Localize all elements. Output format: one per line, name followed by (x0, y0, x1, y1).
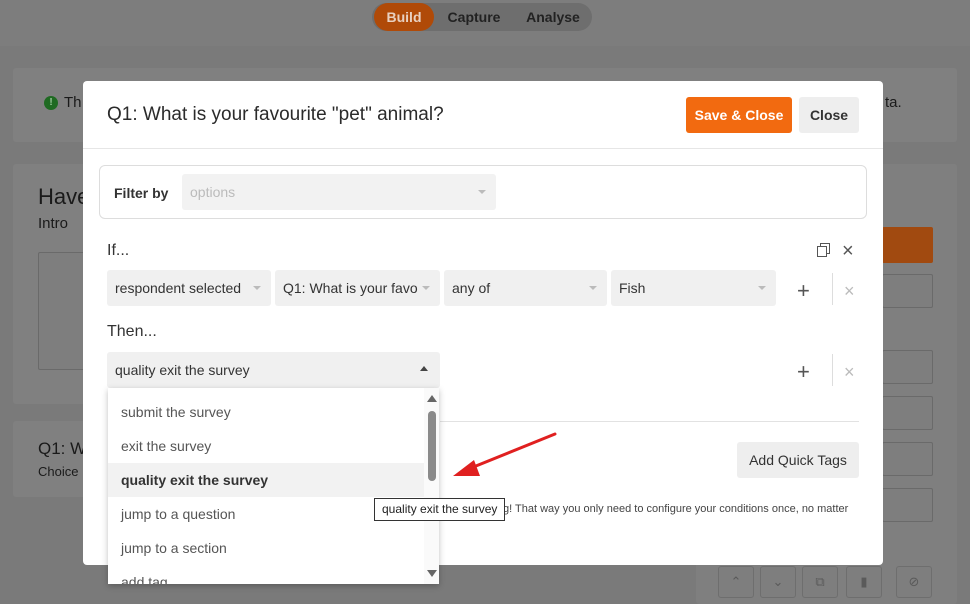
banner-text-right: ta. (885, 94, 902, 111)
chevron-down-icon (253, 286, 261, 290)
if-label: If... (107, 242, 130, 259)
chevron-down-icon (589, 286, 597, 290)
survey-subtitle: Intro (38, 215, 69, 232)
mode-switcher: Build Capture Analyse (372, 3, 592, 31)
arrow-head (453, 460, 480, 476)
divider (832, 354, 833, 386)
tab-capture[interactable]: Capture (438, 3, 510, 31)
disable-icon[interactable]: ⊘ (896, 566, 932, 598)
divider (832, 273, 833, 305)
remove-action-icon[interactable]: × (844, 363, 855, 381)
dropdown-scrollbar[interactable] (424, 388, 439, 584)
survey-intro-box (38, 252, 88, 370)
chevron-up-icon (420, 366, 428, 371)
app-top-bar: Build Capture Analyse (0, 0, 970, 46)
copy-icon[interactable] (817, 243, 831, 257)
question-title: Q1: W (38, 439, 87, 458)
filter-select[interactable]: options (182, 174, 496, 210)
condition-subject-select[interactable]: respondent selected (107, 270, 271, 306)
red-arrow-annotation (453, 432, 557, 476)
scroll-down-icon[interactable] (427, 570, 437, 577)
condition-question-value: Q1: What is your favo (283, 280, 418, 296)
modal-header: Q1: What is your favourite "pet" animal?… (83, 81, 883, 149)
filter-panel: Filter by options (99, 165, 867, 219)
add-quick-tags-button[interactable]: Add Quick Tags (737, 442, 859, 478)
action-value: quality exit the survey (115, 362, 250, 378)
question-subtitle: Choice (38, 464, 79, 479)
scroll-thumb[interactable] (428, 411, 436, 481)
condition-question-select[interactable]: Q1: What is your favo (275, 270, 440, 306)
scroll-up-icon[interactable] (427, 395, 437, 402)
condition-value: Fish (619, 280, 646, 296)
right-panel-field-2 (882, 350, 933, 384)
condition-subject-value: respondent selected (115, 280, 242, 296)
right-panel-field-4 (882, 442, 933, 476)
help-text: g! That way you only need to configure y… (503, 503, 849, 515)
add-condition-icon[interactable]: + (797, 280, 810, 302)
chevron-down-icon (478, 190, 486, 194)
info-icon: ! (44, 96, 58, 110)
option-quality-exit-survey[interactable]: quality exit the survey (108, 463, 424, 497)
right-panel-field-5 (882, 488, 933, 522)
add-action-icon[interactable]: + (797, 361, 810, 383)
tab-build[interactable]: Build (374, 3, 434, 31)
right-panel-field-1 (882, 274, 933, 308)
option-exit-survey[interactable]: exit the survey (108, 429, 424, 463)
right-panel-button[interactable] (882, 227, 933, 263)
modal-title: Q1: What is your favourite "pet" animal? (107, 104, 444, 125)
banner-text-left: Th (64, 94, 82, 111)
filter-placeholder: options (190, 184, 236, 200)
condition-operator-value: any of (452, 280, 491, 296)
action-select[interactable]: quality exit the survey (107, 352, 440, 388)
trash-icon[interactable]: ▮ (846, 566, 882, 598)
move-down-icon[interactable]: ⌄ (760, 566, 796, 598)
move-up-icon[interactable]: ⌃ (718, 566, 754, 598)
option-jump-to-section[interactable]: jump to a section (108, 531, 424, 565)
close-icon[interactable]: × (842, 241, 854, 261)
section-divider (440, 421, 859, 422)
remove-condition-icon[interactable]: × (844, 282, 855, 300)
close-button[interactable]: Close (799, 97, 859, 133)
condition-operator-select[interactable]: any of (444, 270, 607, 306)
then-label: Then... (107, 323, 157, 340)
save-close-button[interactable]: Save & Close (686, 97, 792, 133)
duplicate-icon[interactable]: ⧉ (802, 566, 838, 598)
chevron-down-icon (422, 286, 430, 290)
option-tooltip: quality exit the survey (374, 498, 506, 521)
action-dropdown: submit the survey exit the survey qualit… (108, 388, 439, 584)
chevron-down-icon (758, 286, 766, 290)
filter-label: Filter by (114, 185, 169, 201)
arrow-shaft (464, 432, 557, 472)
right-panel-field-3 (882, 396, 933, 430)
option-submit-survey[interactable]: submit the survey (108, 395, 424, 429)
tab-analyse[interactable]: Analyse (514, 3, 592, 31)
survey-title: Have (38, 184, 90, 209)
option-add-tag[interactable]: add tag (108, 565, 424, 584)
condition-value-select[interactable]: Fish (611, 270, 776, 306)
